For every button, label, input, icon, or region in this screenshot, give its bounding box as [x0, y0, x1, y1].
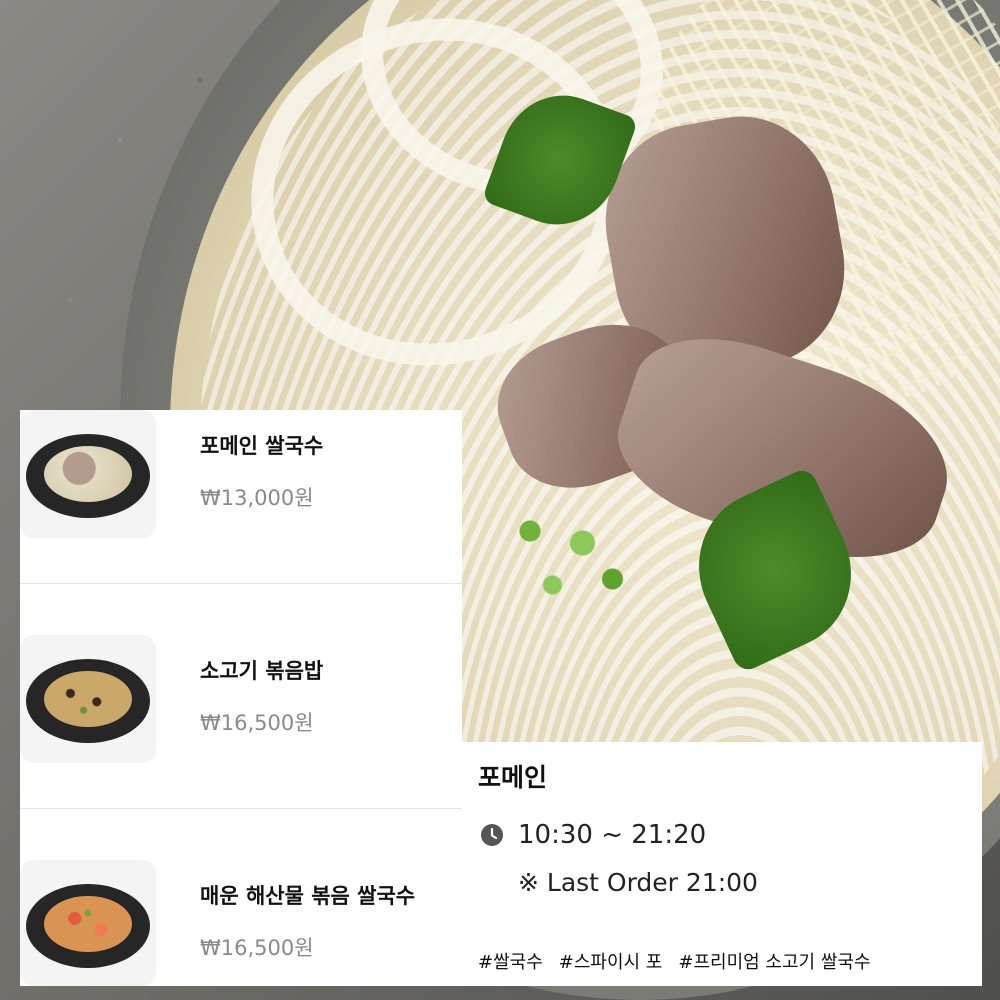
- menu-item-name: 포메인 쌀국수: [200, 434, 324, 458]
- pho-noodle-bowl-image: [20, 410, 156, 538]
- menu-item-spicy-seafood-noodle[interactable]: 매운 해산물 볶음 쌀국수 ₩16,500원: [20, 860, 462, 986]
- hours-text: 10:30 ~ 21:20: [518, 820, 707, 850]
- store-info-card: 포메인 10:30 ~ 21:20 ※ Last Order 21:00 #쌀국…: [462, 742, 982, 986]
- spicy-seafood-stirfry-noodle-image: [20, 860, 156, 986]
- dish: [44, 896, 132, 952]
- menu-item-price: ₩16,500원: [200, 936, 314, 960]
- divider: [20, 583, 462, 584]
- menu-item-name: 매운 해산물 볶음 쌀국수: [200, 884, 416, 908]
- last-order-text: ※ Last Order 21:00: [518, 868, 758, 897]
- menu-list: 포메인 쌀국수 ₩13,000원 소고기 볶음밥 ₩16,500원 매운 해산물…: [20, 410, 462, 986]
- menu-item-price: ₩13,000원: [200, 486, 314, 510]
- menu-item-name: 소고기 볶음밥: [200, 659, 324, 683]
- store-name: 포메인: [478, 763, 548, 792]
- menu-item-price: ₩16,500원: [200, 711, 314, 735]
- hashtag[interactable]: #프리미엄 소고기 쌀국수: [678, 948, 870, 974]
- hashtag[interactable]: #스파이시 포: [559, 948, 663, 974]
- menu-item-pho[interactable]: 포메인 쌀국수 ₩13,000원: [20, 410, 462, 582]
- scallions: [500, 495, 650, 615]
- business-hours: 10:30 ~ 21:20: [480, 820, 706, 850]
- beef-fried-rice-plate-image: [20, 635, 156, 763]
- clock-icon: [481, 824, 503, 846]
- divider: [20, 808, 462, 809]
- dish: [44, 671, 132, 727]
- hashtag-list: #쌀국수 #스파이시 포 #프리미엄 소고기 쌀국수: [478, 948, 871, 974]
- menu-item-beef-fried-rice[interactable]: 소고기 볶음밥 ₩16,500원: [20, 635, 462, 807]
- dish: [44, 446, 132, 502]
- hashtag[interactable]: #쌀국수: [478, 948, 543, 974]
